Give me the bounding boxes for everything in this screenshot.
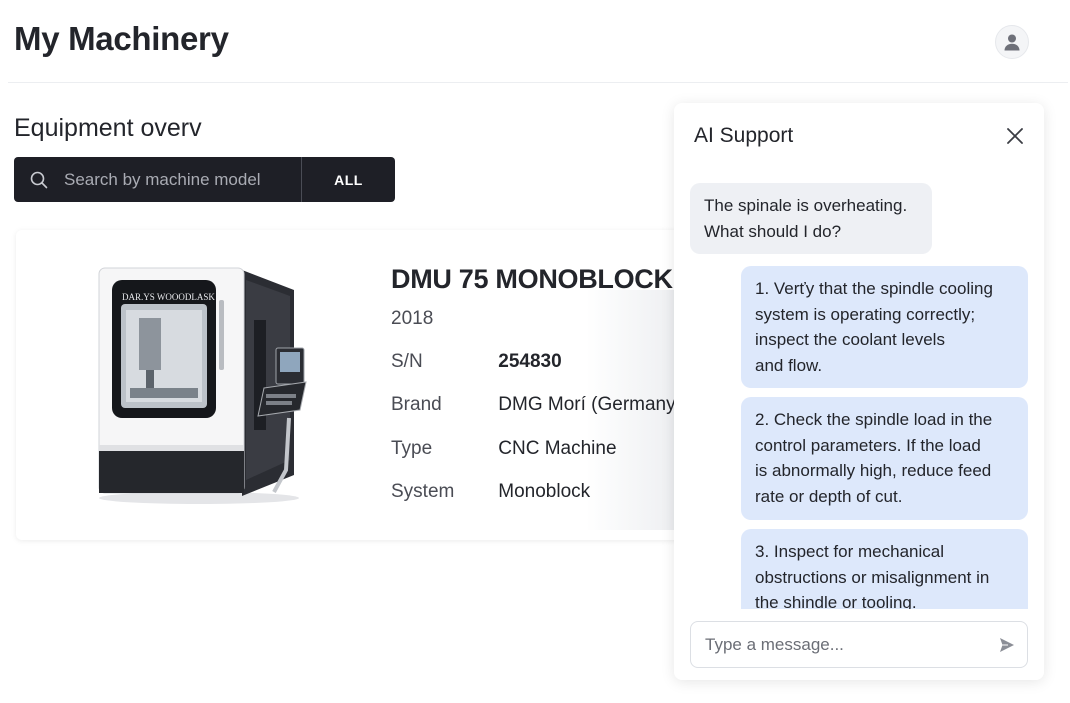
message-text: 1. Verťy that the spindle cooling system… bbox=[755, 279, 993, 375]
message-ai: 3. Inspect for mechanical obstructions o… bbox=[741, 529, 1028, 609]
machine-year: 2018 bbox=[391, 308, 434, 329]
message-composer bbox=[690, 621, 1028, 668]
message-text: 2. Check the spindle load in the control… bbox=[755, 410, 993, 506]
search-bar: ALL bbox=[14, 157, 395, 202]
send-icon bbox=[1000, 637, 1014, 652]
spec-value: Monoblock bbox=[498, 481, 591, 502]
ai-support-panel: AI Support The spinale is overheating. W… bbox=[674, 103, 1044, 680]
machine-card[interactable]: DAR.YS WOOODLASK DMU 75 MONOBLOCK 2018 S… bbox=[16, 230, 716, 540]
message-input[interactable] bbox=[691, 622, 987, 667]
avatar[interactable] bbox=[995, 25, 1029, 59]
message-ai: 1. Verťy that the spindle cooling system… bbox=[741, 266, 1028, 388]
message-text: The spinale is overheating. What should … bbox=[704, 196, 908, 241]
message-text: 3. Inspect for mechanical obstructions o… bbox=[755, 542, 990, 609]
message-ai: 2. Check the spindle load in the control… bbox=[741, 397, 1028, 520]
filter-all-button[interactable]: ALL bbox=[302, 157, 395, 202]
spec-label: Type bbox=[391, 438, 433, 459]
spec-row-brand: Brand DMG Morí (Germany bbox=[391, 394, 676, 416]
user-icon bbox=[1004, 34, 1020, 51]
close-icon bbox=[1007, 128, 1023, 144]
spec-value: 254830 bbox=[498, 351, 562, 372]
close-button[interactable] bbox=[1002, 123, 1028, 149]
support-panel-title: AI Support bbox=[694, 124, 794, 147]
spec-row-type: Type CNC Machine bbox=[391, 438, 617, 460]
send-button[interactable] bbox=[987, 622, 1027, 667]
page: My Machinery Equipment overv ALL bbox=[0, 0, 1070, 703]
page-title: My Machinery bbox=[14, 20, 229, 57]
spec-label: System bbox=[391, 481, 455, 502]
spec-row-system: System Monoblock bbox=[391, 481, 590, 503]
spec-label: S/N bbox=[391, 351, 423, 372]
search-input[interactable] bbox=[64, 157, 294, 202]
machine-name: DMU 75 MONOBLOCK bbox=[391, 264, 673, 294]
search-icon bbox=[30, 169, 52, 191]
spec-label: Brand bbox=[391, 394, 442, 415]
message-list[interactable]: The spinale is overheating. What should … bbox=[674, 173, 1044, 609]
header-divider bbox=[8, 82, 1068, 83]
spec-value: CNC Machine bbox=[498, 438, 617, 459]
section-title: Equipment overv bbox=[14, 114, 202, 142]
message-user: The spinale is overheating. What should … bbox=[690, 183, 932, 254]
machine-image-label: DAR.YS WOOODLASK bbox=[122, 292, 215, 302]
spec-row-serial: S/N 254830 bbox=[391, 351, 562, 373]
spec-value: DMG Morí (Germany bbox=[498, 394, 676, 415]
